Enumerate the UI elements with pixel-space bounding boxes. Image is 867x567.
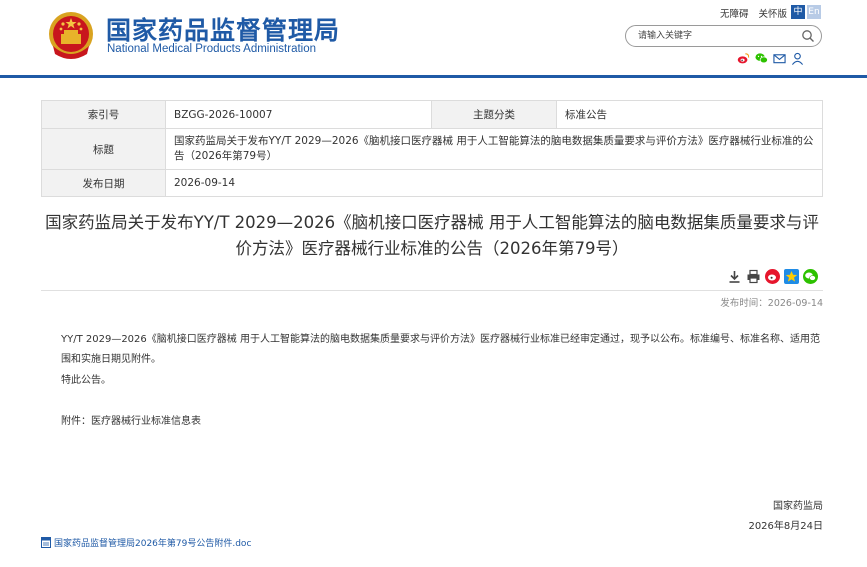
download-icon[interactable] xyxy=(727,269,742,284)
table-row: 索引号 BZGG-2026-10007 主题分类 标准公告 xyxy=(41,100,823,129)
weibo-icon[interactable] xyxy=(737,52,750,65)
site-name-en[interactable]: National Medical Products Administration xyxy=(107,43,316,55)
table-row: 发布日期 2026-09-14 xyxy=(41,169,823,197)
weibo-icon[interactable] xyxy=(765,269,780,284)
search-box xyxy=(625,25,822,47)
doc-file-icon xyxy=(41,537,51,548)
lang-zh-button[interactable]: 中 xyxy=(791,5,805,19)
national-emblem-icon[interactable] xyxy=(47,10,95,60)
attachment-link[interactable]: 国家药品监督管理局2026年第79号公告附件.doc xyxy=(41,536,251,549)
title-label: 标题 xyxy=(41,128,166,170)
site-header: 国家药品监督管理局 National Medical Products Admi… xyxy=(0,0,867,78)
attachment-note: 附件：医疗器械行业标准信息表 xyxy=(61,416,201,427)
info-table: 索引号 BZGG-2026-10007 主题分类 标准公告 标题 国家药监局关于… xyxy=(41,100,823,197)
index-label: 索引号 xyxy=(41,100,166,129)
lang-en-button[interactable]: En xyxy=(807,5,821,19)
signer: 国家药监局 xyxy=(773,501,823,512)
search-input[interactable] xyxy=(638,29,798,43)
closing-line: 特此公告。 xyxy=(61,375,111,386)
star-icon[interactable] xyxy=(784,269,799,284)
wechat-icon[interactable] xyxy=(755,52,768,65)
sign-date: 2026年8月24日 xyxy=(748,521,823,532)
table-row: 标题 国家药监局关于发布YY/T 2029—2026《脑机接口医疗器械 用于人工… xyxy=(41,128,823,170)
mail-icon[interactable] xyxy=(773,52,786,65)
category-label: 主题分类 xyxy=(431,100,557,129)
accessibility-link[interactable]: 无障碍 xyxy=(720,9,749,20)
header-divider xyxy=(0,75,867,78)
site-name-cn[interactable]: 国家药品监督管理局 xyxy=(106,11,340,47)
index-value: BZGG-2026-10007 xyxy=(165,100,432,129)
date-label: 发布日期 xyxy=(41,169,166,197)
top-links: 无障碍 关怀版 xyxy=(720,6,797,20)
wechat-icon[interactable] xyxy=(803,269,818,284)
social-icons xyxy=(737,52,804,65)
title-value: 国家药监局关于发布YY/T 2029—2026《脑机接口医疗器械 用于人工智能算… xyxy=(165,128,823,170)
elder-care-link[interactable]: 关怀版 xyxy=(759,9,788,20)
article-tools xyxy=(727,269,818,284)
search-icon[interactable] xyxy=(801,29,815,43)
print-icon[interactable] xyxy=(746,269,761,284)
title-divider xyxy=(41,290,823,291)
category-value: 标准公告 xyxy=(556,100,823,129)
attachment-filename[interactable]: 国家药品监督管理局2026年第79号公告附件.doc xyxy=(54,536,251,549)
date-value: 2026-09-14 xyxy=(165,169,823,197)
body-paragraph: YY/T 2029—2026《脑机接口医疗器械 用于人工智能算法的脑电数据集质量… xyxy=(61,334,820,365)
article-title: 国家药监局关于发布YY/T 2029—2026《脑机接口医疗器械 用于人工智能算… xyxy=(45,213,819,258)
publish-date: 发布时间：2026-09-14 xyxy=(720,298,823,309)
user-icon[interactable] xyxy=(791,52,804,65)
